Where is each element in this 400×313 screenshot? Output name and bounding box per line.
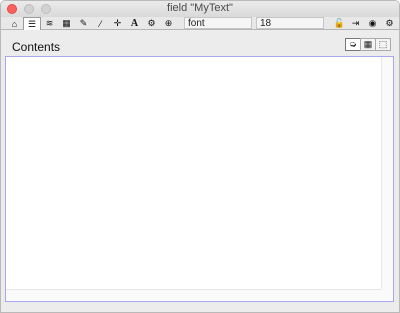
code-view-button[interactable]: ➭ [345,38,361,51]
title-bar: field "MyText" [1,1,399,17]
font-field[interactable]: font [184,17,252,29]
scrollbar-corner [381,289,393,301]
wand-icon[interactable]: ⁄ [92,17,109,30]
move-icon[interactable]: ✛ [109,17,126,30]
gear-icon[interactable]: ⚙ [381,17,398,30]
horizontal-scrollbar[interactable] [6,289,382,301]
gears-icon[interactable]: ⚙ [143,17,160,30]
home-icon[interactable]: ⌂ [6,17,23,30]
geometry-icon[interactable]: ⊕ [160,17,177,30]
text-icon[interactable]: A [126,17,143,30]
font-size-field[interactable]: 18 [256,17,324,29]
section-title: Contents [12,40,61,54]
editor-text-area[interactable] [6,57,382,290]
target-icon[interactable]: ◉ [364,17,381,30]
window: field "MyText" ⌂ ☰ ≋ ▦ ✎ ⁄ ✛ A ⚙ ⊕ font … [0,0,400,313]
table-icon[interactable]: ▦ [58,17,75,30]
window-title: field "MyText" [167,2,233,14]
pencil-icon[interactable]: ✎ [75,17,92,30]
tree-view-button[interactable]: ⬚ [375,38,391,51]
toolbar: ⌂ ☰ ≋ ▦ ✎ ⁄ ✛ A ⚙ ⊕ font 18 🔓 ⇥ ◉ ⚙ [1,17,399,30]
enter-icon[interactable]: ⇥ [347,17,364,30]
table-view-button[interactable]: ▦ [360,38,376,51]
vertical-scrollbar[interactable] [381,57,393,290]
contents-editor[interactable] [5,56,394,302]
lock-icon[interactable]: 🔓 [331,17,348,30]
list-icon[interactable]: ☰ [23,17,41,30]
view-buttons: ➭ ▦ ⬚ [345,38,391,51]
database-icon[interactable]: ≋ [41,17,58,30]
